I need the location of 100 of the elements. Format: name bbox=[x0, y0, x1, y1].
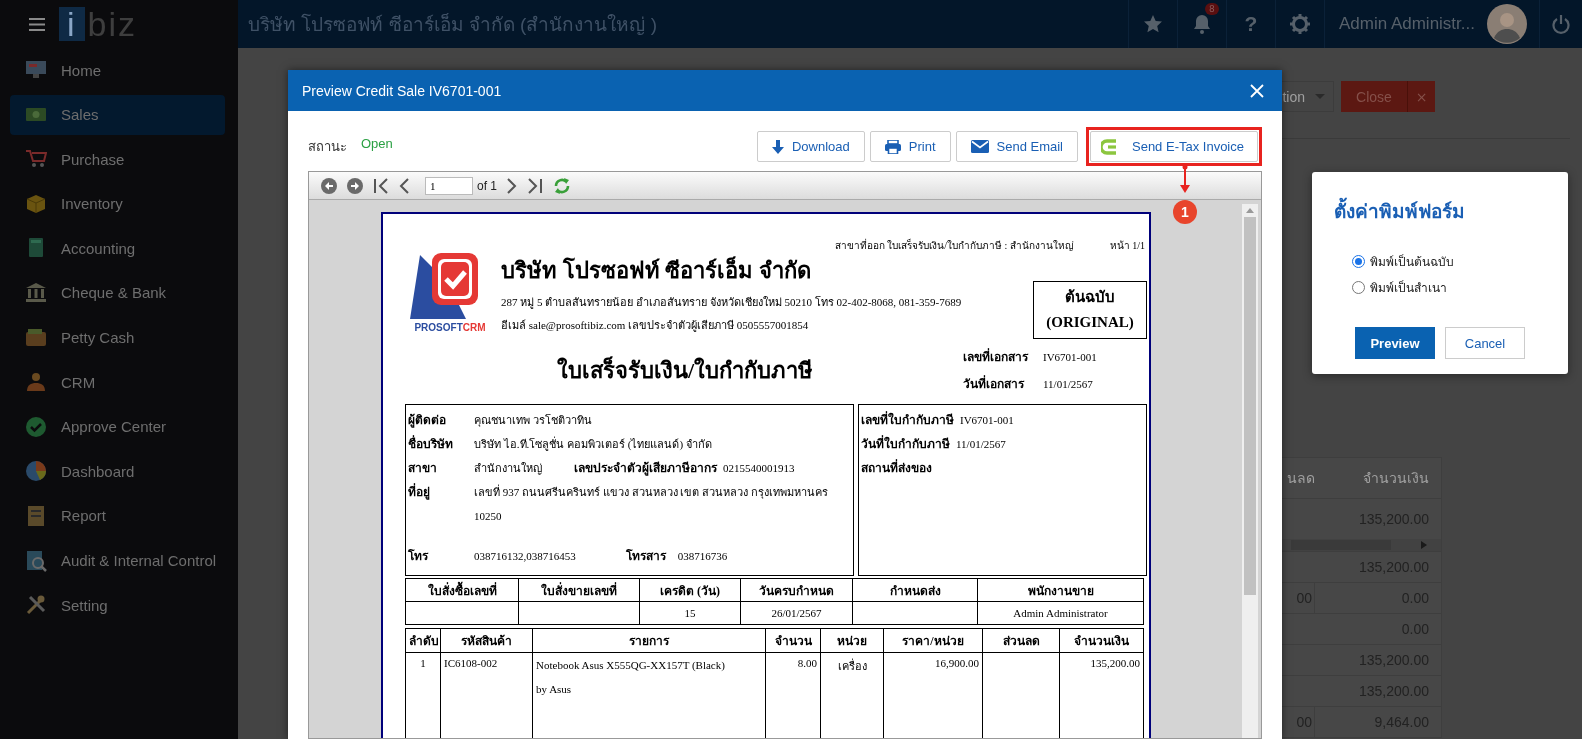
column-header: รายการ bbox=[532, 628, 766, 653]
field-label: เลขที่เอกสาร bbox=[963, 347, 1030, 366]
logo-mark: i bbox=[59, 7, 85, 41]
close-icon[interactable] bbox=[1250, 83, 1264, 98]
column-header: จำนวนเงิน bbox=[1059, 628, 1144, 653]
toolbar-button[interactable]: Download bbox=[756, 131, 865, 162]
box-icon bbox=[25, 192, 47, 215]
field-label: เลขประจำตัวผู้เสียภาษีอากร bbox=[574, 461, 717, 475]
company-address: 287 หมู่ 5 ตำบลสันทรายน้อย อำเภอสันทราย จังหวัดเชียงใหม่ 50210 โทร 02-402-8068, 081-359-7689 bbox=[501, 295, 963, 311]
star-icon[interactable] bbox=[1142, 14, 1163, 34]
radio-button[interactable] bbox=[1352, 281, 1365, 294]
notification-count: 8 bbox=[1204, 3, 1219, 15]
column-header: ราคา/หน่วย bbox=[883, 628, 983, 653]
previous-icon[interactable] bbox=[399, 177, 409, 194]
field-label: ชื่อบริษัท bbox=[408, 434, 454, 453]
report-icon bbox=[25, 504, 47, 527]
sidebar-item[interactable]: Petty Cash bbox=[10, 317, 225, 358]
branch-line: สาขาที่ออก ใบเสร็จรับเงิน/ใบกำกับภาษี : สำนักงานใหญ่ bbox=[834, 238, 1074, 253]
column-header: พนักงานขาย bbox=[977, 578, 1144, 602]
sidebar-item[interactable]: Sales bbox=[10, 94, 225, 135]
download-icon bbox=[771, 139, 784, 154]
dialog-title: ตั้งค่าพิมพ์ฟอร์ม bbox=[1334, 196, 1568, 226]
company-contact: อีเมล์ sale@prosoftibiz.com เลขประจำตัวผู้เสียภาษี 0505557001854 bbox=[501, 318, 810, 334]
preview-button[interactable]: Preview bbox=[1355, 327, 1435, 359]
table-cell: 1 bbox=[405, 652, 441, 738]
e-logo-icon bbox=[1101, 138, 1118, 155]
column-header: จำนวน bbox=[765, 628, 821, 653]
settings-icon[interactable] bbox=[1289, 14, 1310, 34]
sidebar-item[interactable]: Cheque & Bank bbox=[10, 272, 225, 313]
sidebar-item[interactable]: Home bbox=[10, 50, 225, 90]
table-cell: 26/01/2567 bbox=[740, 601, 853, 625]
first-page-icon[interactable] bbox=[373, 177, 389, 194]
field-label: ที่อยู่ bbox=[408, 482, 431, 502]
forward-icon[interactable] bbox=[347, 177, 363, 194]
envelope-icon bbox=[970, 140, 989, 153]
field-value: สำนักงานใหญ่ bbox=[474, 462, 542, 474]
field-value: 038716132,038716453 bbox=[474, 550, 576, 562]
status-label: สถานะ bbox=[308, 138, 347, 156]
column-header: รหัสสินค้า bbox=[440, 628, 533, 653]
field-label: สาขา bbox=[408, 460, 438, 477]
page-field[interactable]: 1 bbox=[425, 176, 473, 195]
next-icon[interactable] bbox=[507, 177, 517, 194]
people-icon bbox=[25, 371, 47, 394]
status-value: Open bbox=[361, 136, 393, 153]
sidebar-item[interactable]: Accounting bbox=[10, 228, 225, 269]
field-label: โทรสาร bbox=[625, 549, 666, 563]
option-label[interactable]: พิมพ์เป็นต้นฉบับ bbox=[1370, 252, 1454, 271]
table-cell: Admin Administrator bbox=[977, 601, 1144, 625]
field-value: คุณชนาเทพ วรโชติวาทิน bbox=[474, 414, 592, 426]
printer-icon bbox=[884, 139, 901, 154]
field-value: 11/01/2567 bbox=[1043, 377, 1093, 390]
power-icon[interactable] bbox=[1552, 14, 1570, 34]
close-x-button[interactable]: × bbox=[1407, 81, 1435, 112]
check-circle-icon bbox=[25, 415, 47, 438]
page-count: of 1 bbox=[477, 178, 497, 193]
field-label: วันที่ใบกำกับภาษี bbox=[861, 437, 950, 451]
sidebar-item[interactable]: Report bbox=[10, 495, 225, 536]
field-label: วันที่เอกสาร bbox=[963, 374, 1026, 393]
dialog-title: Preview Credit Sale IV6701-001 bbox=[302, 82, 502, 99]
field-value: 11/01/2567 bbox=[956, 438, 1006, 450]
back-icon[interactable] bbox=[321, 177, 337, 194]
toolbar-button[interactable]: Send Email bbox=[955, 131, 1078, 162]
refresh-icon[interactable] bbox=[553, 176, 571, 195]
field-value: 0215540001913 bbox=[723, 462, 795, 474]
help-icon[interactable]: ? bbox=[1244, 12, 1258, 36]
company-name: บริษัท โปรซอฟท์ ซีอาร์เอ็ม จำกัด bbox=[501, 255, 812, 285]
bank-icon bbox=[25, 281, 47, 304]
field-value: IV6701-001 bbox=[1043, 350, 1097, 363]
copy-label: ต้นฉบับ bbox=[1065, 288, 1115, 307]
column-header: ใบสั่งขายเลขที่ bbox=[518, 578, 640, 602]
column-header: วันครบกำหนด bbox=[740, 578, 853, 602]
column-header: เครดิต (วัน) bbox=[639, 578, 741, 602]
bell-icon[interactable] bbox=[1192, 14, 1211, 34]
column-header: ลำดับ bbox=[405, 628, 441, 653]
option-label[interactable]: พิมพ์เป็นสำเนา bbox=[1370, 278, 1447, 297]
monitor-icon bbox=[25, 59, 47, 81]
column-header: ใบสั่งซื้อเลขที่ bbox=[405, 578, 519, 602]
field-value: เลขที่ 937 ถนนศรีนครินทร์ แขวง สวนหลวง เขต สวนหลวง กรุงเทพมหานคร bbox=[474, 486, 828, 498]
column-header: กำหนดส่ง bbox=[852, 578, 978, 602]
column-header: นลด bbox=[1286, 469, 1315, 488]
sidebar-item[interactable]: Approve Center bbox=[10, 406, 225, 447]
field-label: ผู้ติดต่อ bbox=[408, 412, 447, 430]
sidebar-item[interactable]: CRM bbox=[10, 362, 225, 403]
pie-chart-icon bbox=[25, 460, 47, 483]
sidebar-item[interactable]: Purchase bbox=[10, 139, 225, 180]
caret-icon bbox=[1315, 94, 1325, 99]
copy-label: (ORIGINAL) bbox=[1046, 313, 1134, 332]
cancel-button[interactable]: Cancel bbox=[1445, 327, 1525, 359]
field-value: 10250 bbox=[474, 510, 502, 522]
sidebar-item[interactable]: Inventory bbox=[10, 183, 225, 224]
sidebar-item[interactable]: Dashboard bbox=[10, 451, 225, 492]
toolbar-button[interactable]: Send E-Tax Invoice bbox=[1090, 131, 1258, 162]
radio-button[interactable] bbox=[1352, 255, 1365, 268]
toolbar-button[interactable]: Print bbox=[869, 131, 951, 162]
sidebar-item[interactable]: Setting bbox=[10, 585, 225, 626]
sidebar-item[interactable]: Audit & Internal Control bbox=[10, 540, 225, 581]
last-page-icon[interactable] bbox=[527, 177, 543, 194]
close-button[interactable]: Close bbox=[1341, 81, 1407, 112]
user-name[interactable]: Admin Administr... bbox=[1338, 14, 1475, 34]
menu-icon[interactable] bbox=[29, 17, 45, 31]
